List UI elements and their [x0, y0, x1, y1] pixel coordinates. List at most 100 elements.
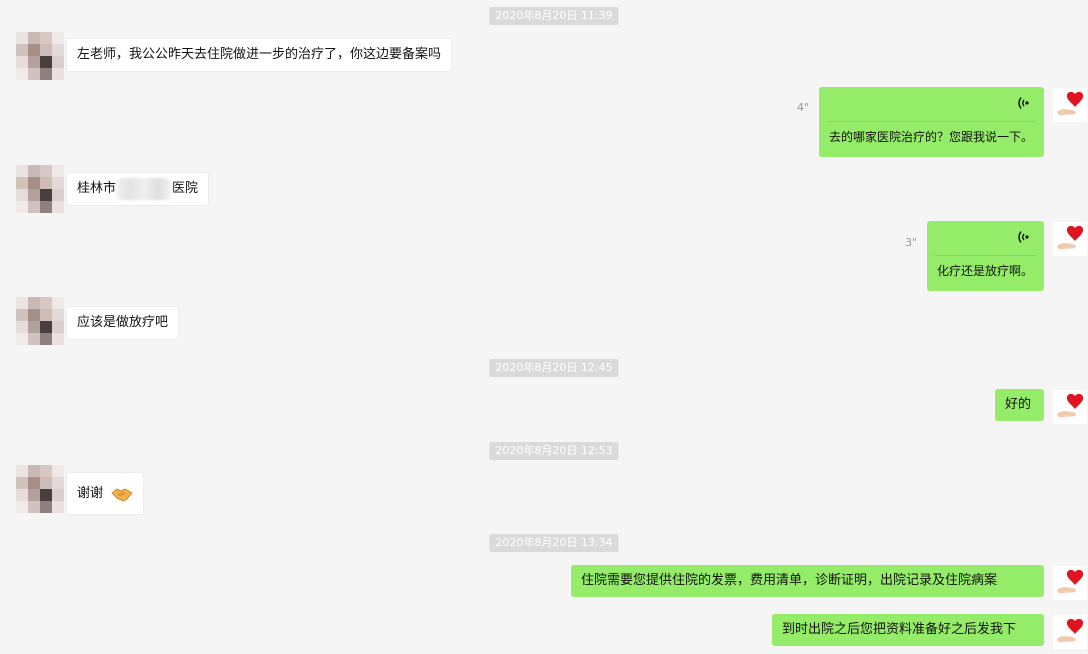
avatar-pixel	[28, 501, 40, 513]
avatar-pixel	[16, 68, 28, 80]
avatar-pixel	[52, 32, 64, 44]
message-text: 到时出院之后您把资料准备好之后发我下	[782, 622, 1017, 637]
avatar-pixel	[16, 32, 28, 44]
avatar-pixel	[16, 465, 28, 477]
voice-duration: 3"	[905, 236, 918, 249]
sent-message-bubble[interactable]: 到时出院之后您把资料准备好之后发我下	[772, 614, 1044, 646]
message-text: 好的	[1005, 397, 1032, 412]
avatar-pixel	[40, 32, 52, 44]
timestamp-divider: 2020年8月20日 12:45	[489, 359, 619, 377]
voice-wave-icon	[1018, 97, 1029, 109]
voice-wave-icon	[1018, 231, 1029, 243]
heart-in-hand-avatar-icon	[1053, 615, 1087, 649]
avatar-pixel	[40, 189, 52, 201]
voice-play-area[interactable]	[819, 87, 1044, 121]
avatar-pixel	[40, 165, 52, 177]
avatar-pixel	[52, 177, 64, 189]
self-avatar[interactable]	[1053, 222, 1087, 256]
avatar-pixel	[28, 32, 40, 44]
avatar-pixel	[40, 477, 52, 489]
avatar-pixel	[52, 44, 64, 56]
avatar-pixel	[52, 501, 64, 513]
contact-avatar[interactable]	[16, 297, 64, 345]
avatar-pixel	[52, 465, 64, 477]
avatar-pixel	[40, 56, 52, 68]
avatar-pixel	[28, 201, 40, 213]
timestamp-divider: 2020年8月20日 13:34	[489, 534, 619, 552]
avatar-pixel	[52, 201, 64, 213]
avatar-pixel	[52, 477, 64, 489]
avatar-pixel	[16, 501, 28, 513]
avatar-pixel	[40, 44, 52, 56]
sent-voice-message-bubble[interactable]: 去的哪家医院治疗的？您跟我说一下。	[819, 87, 1044, 157]
handshake-emoji-icon	[111, 488, 133, 501]
avatar-pixel	[40, 177, 52, 189]
avatar-pixel	[28, 333, 40, 345]
avatar-pixel	[40, 501, 52, 513]
contact-avatar[interactable]	[16, 32, 64, 80]
avatar-pixel	[52, 321, 64, 333]
avatar-pixel	[16, 56, 28, 68]
self-avatar[interactable]	[1053, 566, 1087, 600]
avatar-pixel	[28, 189, 40, 201]
message-text: 桂林市	[77, 181, 117, 196]
avatar-pixel	[40, 321, 52, 333]
message-text: 医院	[172, 181, 199, 196]
message-text: 谢谢	[77, 486, 104, 501]
message-text: 左老师，我公公昨天去住院做进一步的治疗了，你这边要备案吗	[77, 47, 442, 62]
heart-in-hand-avatar-icon	[1053, 390, 1087, 424]
self-avatar[interactable]	[1053, 615, 1087, 649]
avatar-pixel	[16, 321, 28, 333]
chat-window: 2020年8月20日 11:39 左老师，我公公昨天去住院做进一步的治疗了，你这…	[0, 0, 1088, 654]
avatar-pixel	[16, 165, 28, 177]
sent-message-bubble[interactable]: 好的	[995, 389, 1044, 421]
timestamp-divider: 2020年8月20日 12:53	[489, 442, 619, 460]
redacted-text-blur	[116, 177, 173, 200]
avatar-pixel	[40, 465, 52, 477]
voice-play-area[interactable]	[927, 221, 1044, 255]
voice-transcript: 去的哪家医院治疗的？您跟我说一下。	[829, 130, 1034, 144]
avatar-pixel	[52, 165, 64, 177]
self-avatar[interactable]	[1053, 390, 1087, 424]
avatar-pixel	[28, 177, 40, 189]
received-message-bubble[interactable]: 谢谢	[66, 472, 145, 515]
avatar-pixel	[28, 165, 40, 177]
avatar-pixel	[52, 68, 64, 80]
sent-voice-message-bubble[interactable]: 化疗还是放疗啊。	[927, 221, 1044, 291]
avatar-pixel	[28, 56, 40, 68]
avatar-pixel	[28, 321, 40, 333]
avatar-pixel	[16, 489, 28, 501]
avatar-pixel	[40, 68, 52, 80]
avatar-pixel	[52, 56, 64, 68]
self-avatar[interactable]	[1053, 88, 1087, 122]
avatar-pixel	[16, 177, 28, 189]
avatar-pixel	[16, 297, 28, 309]
voice-transcript: 化疗还是放疗啊。	[937, 264, 1034, 278]
contact-avatar[interactable]	[16, 165, 64, 213]
received-message-bubble[interactable]: 桂林市 医院	[66, 172, 210, 206]
received-message-bubble[interactable]: 应该是做放疗吧	[66, 306, 180, 340]
avatar-pixel	[16, 333, 28, 345]
message-text: 应该是做放疗吧	[77, 315, 169, 330]
avatar-pixel	[16, 477, 28, 489]
avatar-pixel	[40, 489, 52, 501]
avatar-pixel	[28, 489, 40, 501]
avatar-pixel	[52, 489, 64, 501]
sent-message-bubble[interactable]: 住院需要您提供住院的发票，费用清单，诊断证明，出院记录及住院病案	[571, 565, 1044, 597]
avatar-pixel	[16, 44, 28, 56]
avatar-pixel	[28, 44, 40, 56]
avatar-pixel	[52, 333, 64, 345]
heart-in-hand-avatar-icon	[1053, 222, 1087, 256]
avatar-pixel	[28, 68, 40, 80]
avatar-pixel	[52, 297, 64, 309]
avatar-pixel	[28, 465, 40, 477]
contact-avatar[interactable]	[16, 465, 64, 513]
received-message-bubble[interactable]: 左老师，我公公昨天去住院做进一步的治疗了，你这边要备案吗	[66, 38, 453, 72]
avatar-pixel	[28, 309, 40, 321]
message-text: 住院需要您提供住院的发票，费用清单，诊断证明，出院记录及住院病案	[581, 573, 998, 588]
avatar-pixel	[40, 333, 52, 345]
avatar-pixel	[16, 201, 28, 213]
voice-duration: 4"	[797, 101, 810, 114]
timestamp-divider: 2020年8月20日 11:39	[489, 7, 619, 25]
avatar-pixel	[28, 477, 40, 489]
